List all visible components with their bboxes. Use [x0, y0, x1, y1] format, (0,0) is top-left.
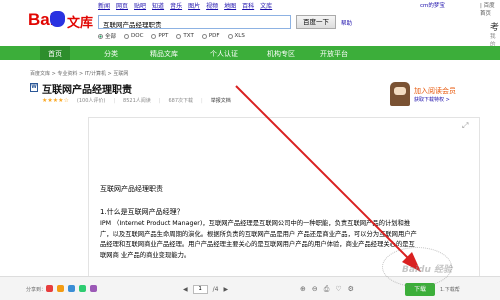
top-links-bar: 新闻 网页 贴吧 知道 音乐 图片 视频 地图 百科 文库 cm的梦宝 | 百度…	[0, 0, 500, 17]
share-icons	[46, 285, 97, 292]
nav-premium[interactable]: 精品文库	[150, 49, 178, 59]
radio-checked-icon	[98, 33, 103, 39]
prev-page-icon[interactable]: ◀	[183, 286, 188, 293]
rating-stars-icon: ★★★★☆	[42, 97, 69, 104]
paw-icon	[50, 11, 65, 27]
share-weibo-icon[interactable]	[46, 285, 53, 292]
search-button[interactable]: 百度一下	[296, 15, 336, 29]
nav-open-platform[interactable]: 开放平台	[320, 49, 348, 59]
filter-doc[interactable]: DOC	[124, 32, 143, 40]
filter-txt[interactable]: TXT	[176, 32, 194, 40]
filter-all[interactable]: 全部	[98, 32, 116, 40]
promo-title[interactable]: 加入阅读会员	[414, 86, 456, 96]
divider: |	[113, 97, 116, 104]
nav-organization[interactable]: 机构专区	[267, 49, 295, 59]
radio-icon	[124, 33, 130, 39]
user-link[interactable]: cm的梦宝	[420, 1, 445, 9]
search-value: 互联网产品经理职责	[103, 21, 162, 29]
page-doc-title: 互联网产品经理职责	[100, 185, 163, 193]
top-link-images[interactable]: 图片	[188, 1, 200, 10]
nav-home[interactable]: 首页	[40, 46, 70, 60]
product-nav: 新闻 网页 贴吧 知道 音乐 图片 视频 地图 百科 文库	[98, 1, 272, 10]
logo-text-wenku: 文库	[67, 15, 94, 30]
pager: ◀ 1 /4 ▶	[183, 285, 228, 294]
share-more-icon[interactable]	[90, 285, 97, 292]
help-link[interactable]: 帮助	[341, 19, 352, 27]
top-link-web[interactable]: 网页	[116, 1, 128, 10]
share-tencent-icon[interactable]	[68, 285, 75, 292]
download-count: 687次下载	[168, 98, 194, 104]
top-link-video[interactable]: 视频	[206, 1, 218, 10]
favorite-icon[interactable]: ♡	[335, 285, 341, 294]
top-link-tieba[interactable]: 贴吧	[134, 1, 146, 10]
share-label: 分享到：	[26, 287, 47, 293]
top-link-baike[interactable]: 百科	[242, 1, 254, 10]
watermark-text: Baidu 经验	[402, 265, 453, 275]
divider: |	[158, 97, 161, 104]
filter-xls[interactable]: XLS	[227, 32, 245, 40]
next-page-icon[interactable]: ▶	[223, 286, 228, 293]
view-tools: ⊕ ⊖ ⎙ ♡ ⚙	[300, 285, 354, 294]
page-body-text: IPM （Internet Product Manager)，互联网产品经理是互…	[100, 220, 417, 259]
nav-certification[interactable]: 个人认证	[210, 49, 238, 59]
baidu-home-link[interactable]: | 百度首页	[480, 1, 500, 17]
top-link-news[interactable]: 新闻	[98, 1, 110, 10]
filter-ppt[interactable]: PPT	[151, 32, 168, 40]
top-link-zhidao[interactable]: 知道	[152, 1, 164, 10]
word-doc-icon: W	[30, 83, 38, 92]
radio-icon	[176, 33, 182, 39]
share-qzone-icon[interactable]	[57, 285, 64, 292]
download-help[interactable]: 1.下载帮	[440, 286, 460, 293]
fullscreen-icon[interactable]: ⤢	[462, 122, 470, 130]
top-link-map[interactable]: 地图	[224, 1, 236, 10]
promo-subtitle[interactable]: 获取下载特权 >	[414, 96, 450, 103]
file-type-filters: 全部 DOC PPT TXT PDF XLS	[98, 32, 245, 40]
print-icon[interactable]: ⎙	[324, 285, 330, 294]
share-renren-icon[interactable]	[79, 285, 86, 292]
main-nav: 首页 分类 精品文库 个人认证 机构专区 开放平台	[0, 46, 500, 60]
radio-icon	[227, 33, 233, 39]
filter-pdf[interactable]: PDF	[201, 32, 220, 40]
search-input[interactable]: 互联网产品经理职责	[98, 15, 291, 29]
zoom-out-icon[interactable]: ⊖	[312, 285, 318, 294]
page-number-input[interactable]: 1	[192, 285, 208, 294]
zoom-in-icon[interactable]: ⊕	[300, 285, 306, 294]
radio-icon	[201, 33, 207, 39]
report-link[interactable]: 举报文档	[211, 97, 231, 104]
baidu-wenku-logo[interactable]: Bai 文库	[28, 8, 94, 32]
doc-meta: ★★★★☆ (100人评价) | 8521人阅读 | 687次下载 | 举报文档	[42, 97, 231, 104]
top-link-wenku[interactable]: 文库	[260, 1, 272, 10]
doc-title: 互联网产品经理职责	[42, 85, 132, 96]
nav-category[interactable]: 分类	[104, 49, 118, 59]
breadcrumb[interactable]: 百度文库 > 专业资料 > IT/计算机 > 互联网	[30, 70, 128, 77]
radio-icon	[151, 33, 157, 39]
settings-icon[interactable]: ⚙	[348, 285, 354, 294]
page-heading: 1.什么是互联网产品经理？	[100, 208, 184, 216]
read-count: 8521人阅读	[123, 98, 151, 104]
rating-count[interactable]: (100人评价)	[77, 97, 105, 104]
divider: |	[201, 97, 203, 104]
page-total: /4	[212, 286, 219, 293]
top-link-music[interactable]: 音乐	[170, 1, 182, 10]
member-mascot-icon	[390, 82, 410, 106]
